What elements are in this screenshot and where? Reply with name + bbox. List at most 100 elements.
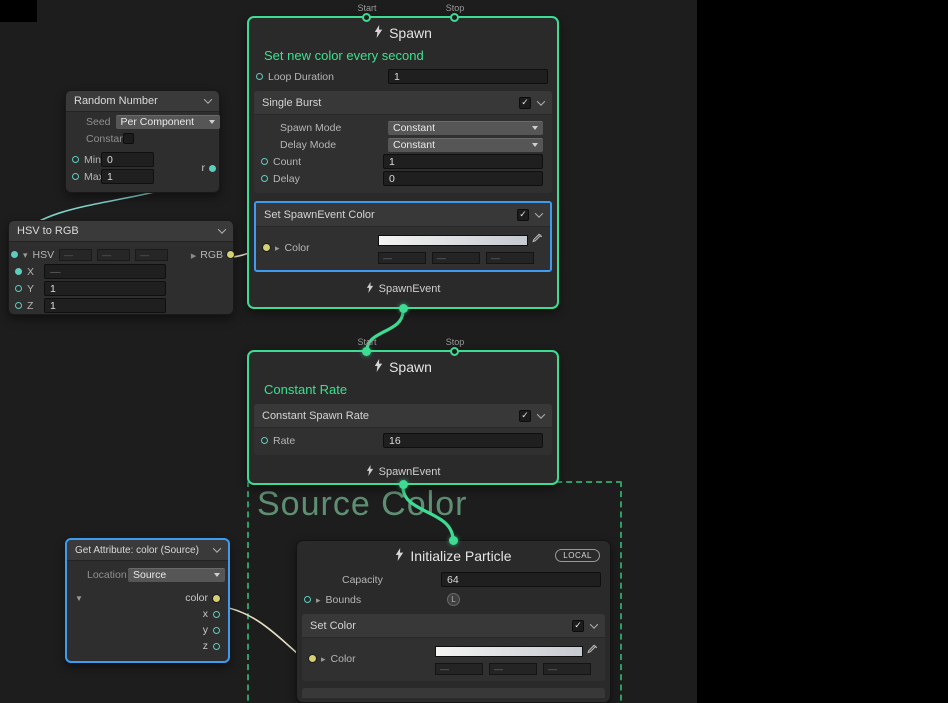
- chevron-down-icon[interactable]: [590, 620, 598, 628]
- start-flow-port[interactable]: [362, 347, 371, 356]
- color-input-port[interactable]: [309, 655, 316, 662]
- spawnevent-output-port[interactable]: [399, 480, 408, 489]
- partial-next-block[interactable]: [302, 688, 605, 698]
- context-header[interactable]: Spawn: [249, 352, 557, 382]
- x-output-port[interactable]: [213, 611, 220, 618]
- color-x-field[interactable]: —: [435, 663, 483, 675]
- color-x-field[interactable]: —: [378, 252, 426, 264]
- vfx-graph-canvas[interactable]: Source Color Start Stop Spawn Set new co…: [0, 0, 697, 703]
- x-input[interactable]: —: [44, 264, 166, 279]
- set-color-block[interactable]: Set Color Color — —: [302, 614, 605, 681]
- node-header[interactable]: Random Number: [66, 91, 219, 112]
- y-input[interactable]: 1: [44, 281, 166, 296]
- rgb-output-port[interactable]: [227, 251, 234, 258]
- expander-icon[interactable]: [75, 592, 83, 604]
- hsv-y-field[interactable]: —: [97, 249, 130, 261]
- context-input-port[interactable]: [449, 536, 458, 545]
- set-color-header[interactable]: Set Color: [302, 614, 605, 638]
- color-y-field[interactable]: —: [489, 663, 537, 675]
- chevron-down-icon[interactable]: [537, 97, 545, 105]
- chevron-down-icon[interactable]: [213, 544, 221, 552]
- max-port[interactable]: [72, 173, 79, 180]
- z-input[interactable]: 1: [44, 298, 166, 313]
- loop-duration-input[interactable]: 1: [388, 69, 548, 84]
- x-port[interactable]: [15, 268, 22, 275]
- node-header[interactable]: HSV to RGB: [9, 221, 233, 242]
- z-output-port[interactable]: [213, 643, 220, 650]
- set-spawnevent-color-block[interactable]: Set SpawnEvent Color Color —: [254, 201, 552, 272]
- chevron-down-icon[interactable]: [535, 209, 543, 217]
- constant-spawn-rate-checkbox[interactable]: [519, 410, 531, 422]
- stop-flow-port[interactable]: [450, 347, 459, 356]
- spawn-context-top[interactable]: Start Stop Spawn Set new color every sec…: [247, 16, 559, 309]
- chevron-down-icon[interactable]: [537, 410, 545, 418]
- location-dropdown[interactable]: Source: [128, 568, 225, 582]
- color-output-port[interactable]: [213, 595, 220, 602]
- expander-icon[interactable]: [321, 653, 326, 665]
- color-z-field[interactable]: —: [543, 663, 591, 675]
- color-y-field[interactable]: —: [432, 252, 480, 264]
- count-input[interactable]: 1: [383, 154, 543, 169]
- hsv-to-rgb-node[interactable]: HSV to RGB HSV — — — RGB X — Y 1: [8, 220, 234, 315]
- capacity-input[interactable]: 64: [441, 572, 601, 587]
- color-picker-icon[interactable]: [587, 642, 598, 660]
- z-port[interactable]: [15, 302, 22, 309]
- delay-port[interactable]: [261, 175, 268, 182]
- single-burst-header[interactable]: Single Burst: [254, 91, 552, 115]
- node-header[interactable]: Get Attribute: color (Source): [67, 540, 228, 561]
- rate-port[interactable]: [261, 437, 268, 444]
- group-title[interactable]: Source Color: [257, 485, 467, 524]
- loop-duration-port[interactable]: [256, 73, 263, 80]
- start-flow-port[interactable]: [362, 13, 371, 22]
- bounds-port[interactable]: [304, 596, 311, 603]
- get-attribute-node[interactable]: Get Attribute: color (Source) Location S…: [65, 538, 230, 663]
- min-input[interactable]: 0: [101, 152, 154, 167]
- color-picker-icon[interactable]: [532, 231, 543, 249]
- r-output-label: r: [202, 162, 206, 174]
- context-header[interactable]: Spawn: [249, 18, 557, 48]
- r-output-port[interactable]: [209, 165, 216, 172]
- single-burst-checkbox[interactable]: [519, 97, 531, 109]
- color-gradient-field[interactable]: [435, 646, 583, 657]
- color-label: Color: [285, 242, 378, 254]
- hsv-input-port[interactable]: [11, 251, 18, 258]
- y-output-port[interactable]: [213, 627, 220, 634]
- constant-spawn-rate-header[interactable]: Constant Spawn Rate: [254, 404, 552, 428]
- chevron-down-icon[interactable]: [218, 225, 226, 233]
- min-port[interactable]: [72, 156, 79, 163]
- context-header[interactable]: Initialize Particle LOCAL: [297, 541, 610, 571]
- hsv-z-field[interactable]: —: [135, 249, 168, 261]
- count-port[interactable]: [261, 158, 268, 165]
- delay-mode-dropdown[interactable]: Constant: [388, 138, 543, 152]
- single-burst-block[interactable]: Single Burst Spawn Mode Constant Delay M…: [254, 91, 552, 193]
- rate-input[interactable]: 16: [383, 433, 543, 448]
- random-number-node[interactable]: Random Number Seed Per Component Constan…: [65, 90, 220, 193]
- capacity-row: Capacity 64: [297, 571, 610, 588]
- spawn-context-constant-rate[interactable]: Start Stop Spawn Constant Rate Constant …: [247, 350, 559, 485]
- delay-input[interactable]: 0: [383, 171, 543, 186]
- color-z-field[interactable]: —: [486, 252, 534, 264]
- set-spawnevent-color-header[interactable]: Set SpawnEvent Color: [256, 203, 550, 227]
- bounds-row: Bounds L: [297, 591, 610, 608]
- max-input[interactable]: 1: [101, 169, 154, 184]
- expander-icon[interactable]: [191, 249, 196, 261]
- hsv-x-field[interactable]: —: [59, 249, 92, 261]
- spawnevent-output-port[interactable]: [399, 304, 408, 313]
- initialize-particle-context[interactable]: Initialize Particle LOCAL Capacity 64 Bo…: [296, 540, 611, 703]
- bounds-label: Bounds: [326, 594, 603, 606]
- constant-checkbox[interactable]: [123, 133, 134, 144]
- rgb-output-label: RGB: [200, 249, 223, 261]
- set-color-checkbox[interactable]: [572, 620, 584, 632]
- set-spawnevent-color-checkbox[interactable]: [517, 209, 529, 221]
- spawn-mode-dropdown[interactable]: Constant: [388, 121, 543, 135]
- chevron-down-icon[interactable]: [204, 95, 212, 103]
- expander-icon[interactable]: [316, 594, 321, 606]
- stop-flow-port[interactable]: [450, 13, 459, 22]
- constant-spawn-rate-block[interactable]: Constant Spawn Rate Rate 16: [254, 404, 552, 455]
- color-gradient-field[interactable]: [378, 235, 528, 246]
- expander-icon[interactable]: [23, 249, 28, 261]
- expander-icon[interactable]: [275, 242, 280, 254]
- seed-dropdown[interactable]: Per Component: [116, 115, 220, 129]
- y-port[interactable]: [15, 285, 22, 292]
- color-input-port[interactable]: [263, 244, 270, 251]
